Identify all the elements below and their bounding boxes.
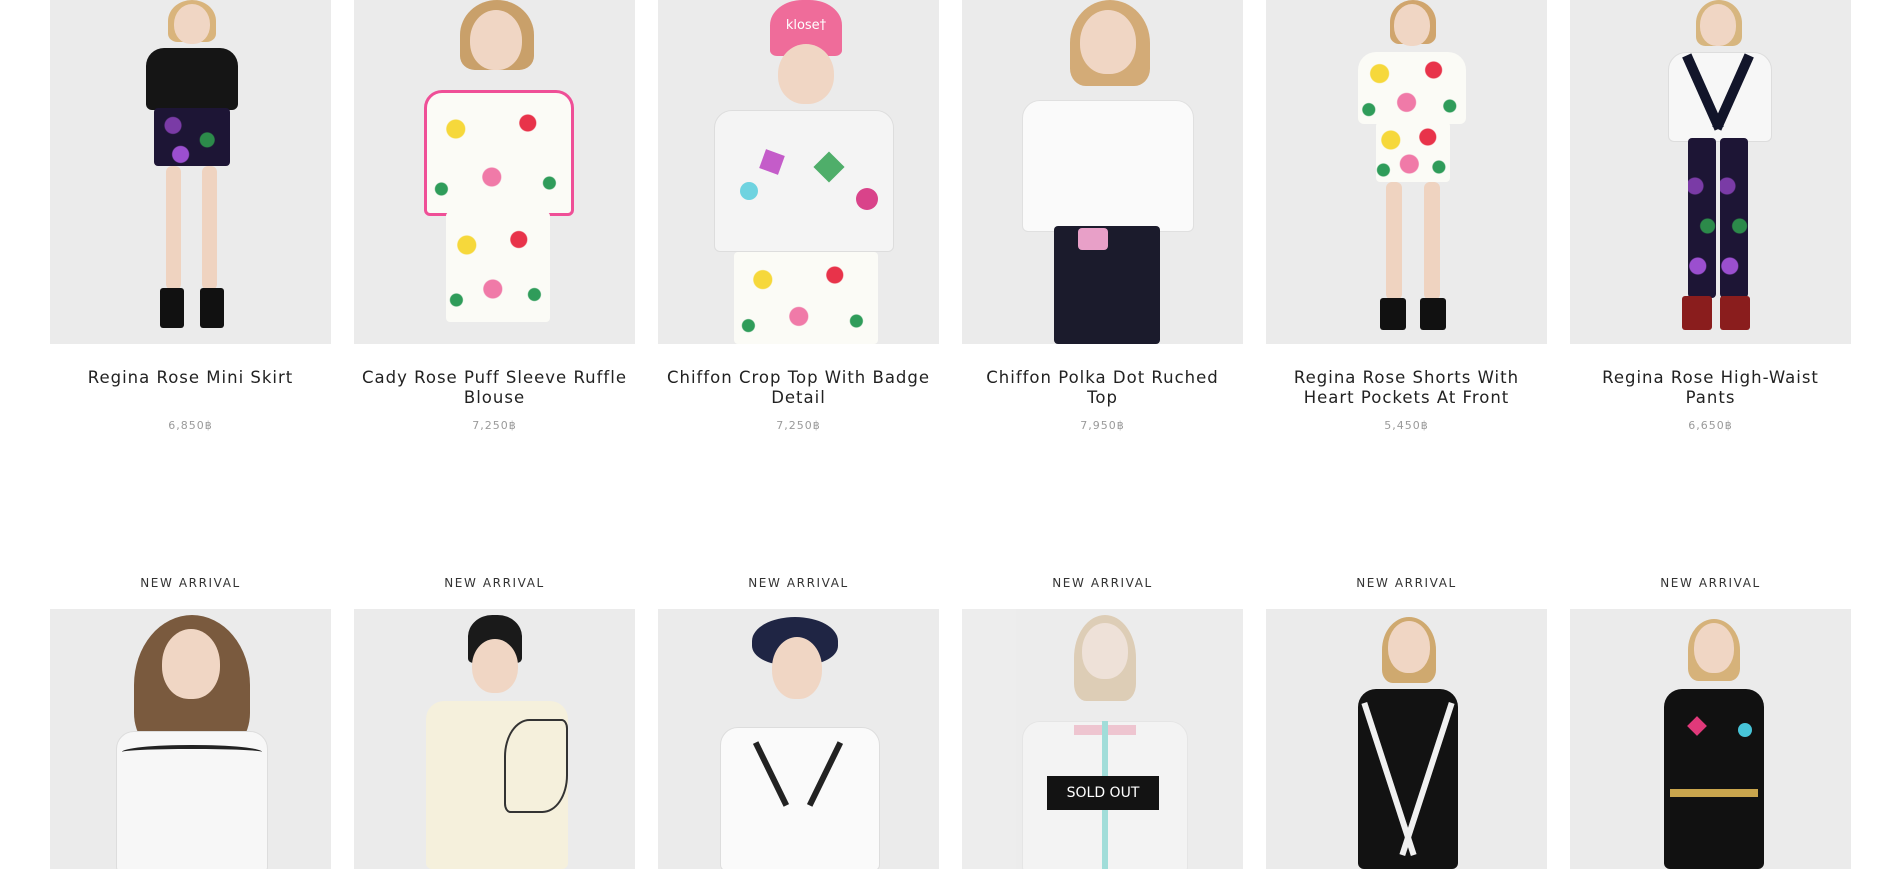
product-title[interactable]: Chiffon Crop Top With Badge Detail xyxy=(658,368,939,408)
product-image[interactable] xyxy=(1266,0,1547,344)
product-title[interactable]: Regina Rose Shorts With Heart Pockets At… xyxy=(1266,368,1547,408)
product-card[interactable]: Regina Rose Shorts With Heart Pockets At… xyxy=(1266,0,1547,432)
sold-out-label: SOLD OUT xyxy=(1047,776,1159,810)
product-card[interactable]: NEW ARRIVAL SOLD OUT xyxy=(962,560,1243,869)
product-card[interactable]: Regina Rose Mini Skirt 6,850฿ xyxy=(50,0,331,432)
product-image[interactable]: SOLD OUT xyxy=(962,609,1243,869)
product-card[interactable]: NEW ARRIVAL xyxy=(354,560,635,869)
product-title[interactable]: Regina Rose High-Waist Pants xyxy=(1570,368,1851,408)
product-title[interactable]: Chiffon Polka Dot Ruched Top xyxy=(962,368,1243,408)
product-card[interactable]: Cady Rose Puff Sleeve Ruffle Blouse 7,25… xyxy=(354,0,635,432)
product-price: 6,650฿ xyxy=(1688,419,1733,432)
new-arrival-badge: NEW ARRIVAL xyxy=(1356,576,1457,590)
product-image[interactable] xyxy=(50,0,331,344)
new-arrival-badge: NEW ARRIVAL xyxy=(1052,576,1153,590)
product-price: 5,450฿ xyxy=(1384,419,1429,432)
product-title[interactable]: Cady Rose Puff Sleeve Ruffle Blouse xyxy=(354,368,635,408)
new-arrival-badge: NEW ARRIVAL xyxy=(1660,576,1761,590)
product-image[interactable]: klose† xyxy=(658,0,939,344)
product-price: 6,850฿ xyxy=(168,419,213,432)
product-image[interactable] xyxy=(1570,0,1851,344)
product-grid-row-1: Regina Rose Mini Skirt 6,850฿ Cady Rose … xyxy=(50,0,1851,432)
new-arrival-badge: NEW ARRIVAL xyxy=(748,576,849,590)
product-image[interactable] xyxy=(1570,609,1851,869)
new-arrival-badge: NEW ARRIVAL xyxy=(140,576,241,590)
product-card[interactable]: Regina Rose High-Waist Pants 6,650฿ xyxy=(1570,0,1851,432)
product-image[interactable] xyxy=(962,0,1243,344)
product-image[interactable] xyxy=(1266,609,1547,869)
product-title[interactable]: Regina Rose Mini Skirt xyxy=(50,368,331,408)
product-card[interactable]: klose† Chiffon Crop Top With Badge Detai… xyxy=(658,0,939,432)
product-image[interactable] xyxy=(658,609,939,869)
product-price: 7,250฿ xyxy=(776,419,821,432)
beanie-logo-text: klose† xyxy=(785,18,827,33)
product-grid-row-2: NEW ARRIVAL NEW ARRIVAL NEW ARRIVAL NEW … xyxy=(50,560,1851,869)
product-card[interactable]: NEW ARRIVAL xyxy=(50,560,331,869)
product-image[interactable] xyxy=(354,609,635,869)
product-card[interactable]: Chiffon Polka Dot Ruched Top 7,950฿ xyxy=(962,0,1243,432)
product-image[interactable] xyxy=(354,0,635,344)
product-price: 7,250฿ xyxy=(472,419,517,432)
product-card[interactable]: NEW ARRIVAL xyxy=(1570,560,1851,869)
product-card[interactable]: NEW ARRIVAL xyxy=(658,560,939,869)
product-image[interactable] xyxy=(50,609,331,869)
product-price: 7,950฿ xyxy=(1080,419,1125,432)
new-arrival-badge: NEW ARRIVAL xyxy=(444,576,545,590)
product-card[interactable]: NEW ARRIVAL xyxy=(1266,560,1547,869)
